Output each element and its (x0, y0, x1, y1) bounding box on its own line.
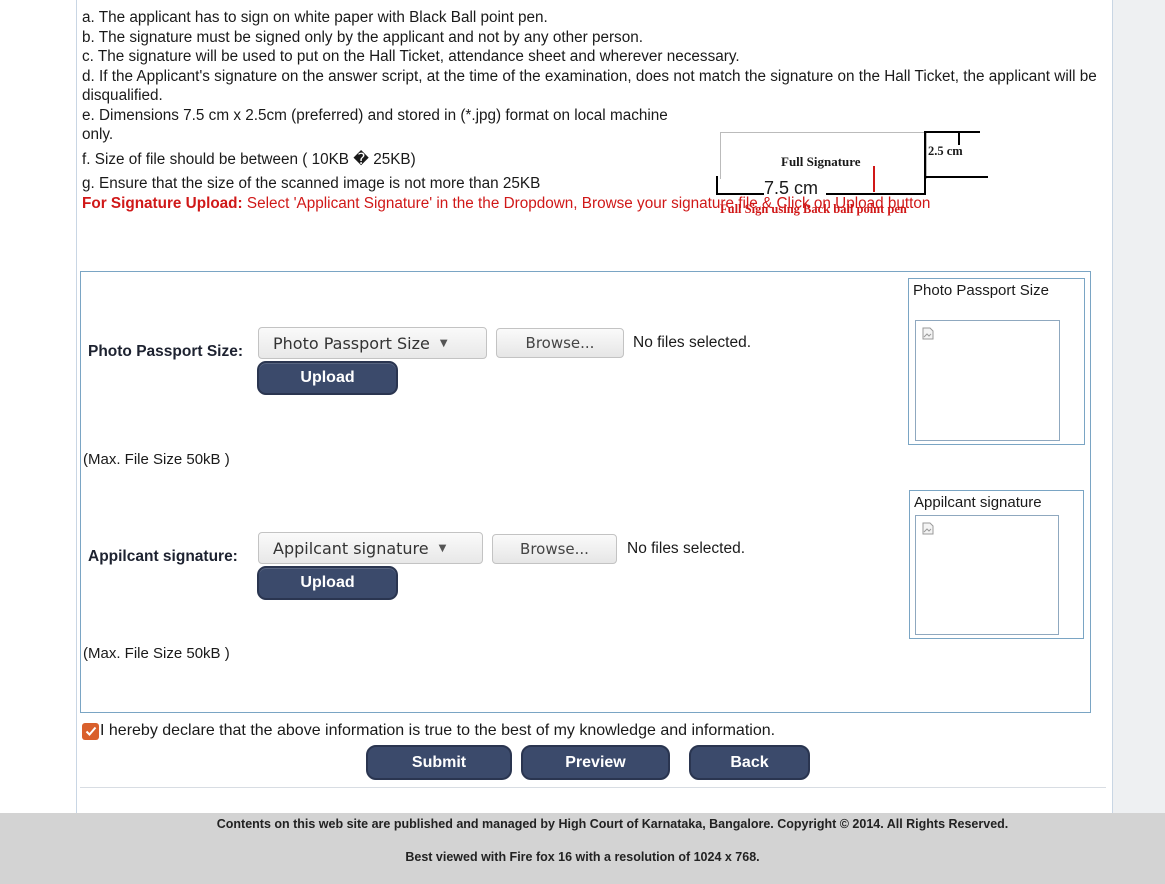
width-dimension-label: 7.5 cm (764, 178, 819, 198)
instruction-b: b. The signature must be signed only by … (82, 28, 643, 46)
chevron-down-icon: ▼ (439, 337, 448, 349)
photo-file-status: No files selected. (633, 334, 752, 351)
signature-preview: Appilcant signature (909, 490, 1084, 639)
instruction-e: e. Dimensions 7.5 cm x 2.5cm (preferred)… (82, 106, 668, 144)
declaration-checkbox[interactable] (82, 722, 99, 740)
broken-image-icon (922, 327, 934, 340)
signature-pen-marker (873, 166, 875, 192)
checkmark-icon (85, 726, 96, 736)
width-dimension-right-tick (924, 176, 926, 194)
back-button[interactable]: Back (689, 745, 810, 780)
left-gutter (0, 0, 76, 813)
page: a. The applicant has to sign on white pa… (0, 0, 1165, 884)
signature-dimension-diagram: Full Signature 2.5 cm 7.5 cm Full Sign u… (712, 126, 1002, 220)
instruction-d: d. If the Applicant's signature on the a… (82, 67, 1097, 105)
width-dimension-line-left (716, 193, 764, 195)
divider (80, 787, 1106, 788)
photo-upload-button[interactable]: Upload (257, 361, 398, 395)
signature-preview-image (915, 515, 1059, 635)
height-dimension-line (924, 132, 926, 178)
photo-max-size: (Max. File Size 50kB ) (83, 451, 230, 468)
instruction-a: a. The applicant has to sign on white pa… (82, 9, 548, 26)
right-gutter (1113, 0, 1165, 813)
height-dimension-top-line (924, 131, 980, 133)
footer-browser-note: Best viewed with Fire fox 16 with a reso… (405, 850, 760, 864)
height-dimension-bottom-line (924, 176, 988, 178)
footer: Contents on this web site are published … (0, 813, 1165, 884)
broken-image-icon (922, 522, 934, 535)
photo-preview: Photo Passport Size (908, 278, 1085, 445)
signature-browse-button[interactable]: Browse... (492, 534, 617, 564)
signature-type-select[interactable]: Appilcant signature ▼ (258, 532, 483, 564)
height-dimension-tick (958, 131, 960, 145)
diagram-caption: Full Sign using Back ball point pen (720, 202, 907, 216)
signature-box-label: Full Signature (781, 154, 861, 169)
signature-label: Appilcant signature: (88, 548, 238, 565)
photo-preview-title: Photo Passport Size (913, 282, 1049, 299)
signature-type-select-value: Appilcant signature (273, 538, 429, 558)
signature-box: Full Signature (720, 132, 927, 179)
photo-label: Photo Passport Size: (88, 343, 244, 360)
photo-type-select-value: Photo Passport Size (273, 333, 430, 353)
width-dimension-line-right (826, 193, 926, 195)
signature-preview-title: Appilcant signature (914, 494, 1042, 511)
preview-button[interactable]: Preview (521, 745, 670, 780)
signature-file-status: No files selected. (627, 540, 746, 557)
signature-upload-button[interactable]: Upload (257, 566, 398, 600)
submit-button[interactable]: Submit (366, 745, 512, 780)
photo-browse-button[interactable]: Browse... (496, 328, 624, 358)
declaration: I hereby declare that the above informat… (82, 722, 775, 740)
instruction-c: c. The signature will be used to put on … (82, 48, 740, 65)
height-dimension-label: 2.5 cm (928, 144, 963, 158)
footer-copyright: Contents on this web site are published … (216, 817, 1009, 831)
chevron-down-icon: ▼ (438, 542, 447, 554)
width-dimension-left-tick (716, 176, 718, 194)
photo-type-select[interactable]: Photo Passport Size ▼ (258, 327, 487, 359)
signature-upload-note-label: For Signature Upload: (82, 194, 243, 212)
signature-max-size: (Max. File Size 50kB ) (83, 645, 230, 662)
photo-preview-image (915, 320, 1060, 441)
declaration-text: I hereby declare that the above informat… (100, 722, 776, 739)
